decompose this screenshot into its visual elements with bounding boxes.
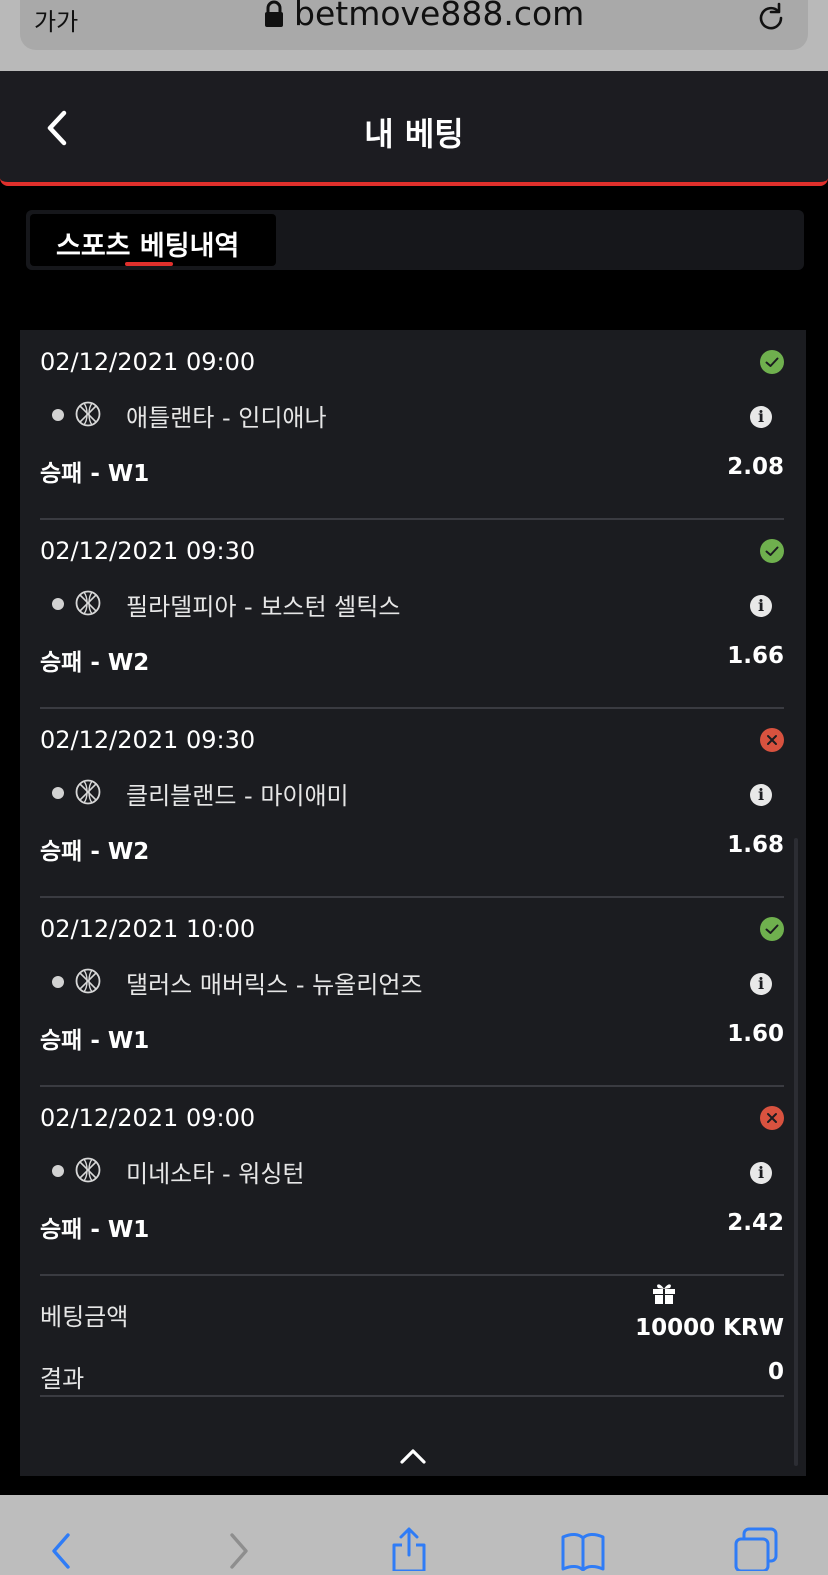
tab-sports-bet-history[interactable]: 스포츠 베팅내역 — [30, 214, 276, 266]
tab-active-indicator — [125, 262, 173, 266]
bet-market: 승패 - W2 — [40, 650, 150, 676]
match-teams[interactable]: 클리블랜드 - 마이애미 — [126, 776, 349, 811]
scrollbar[interactable] — [794, 838, 798, 1466]
result-label: 결과 — [40, 1365, 85, 1393]
url-display[interactable]: betmove888.com — [264, 0, 584, 33]
bet-odds: 2.08 — [727, 454, 784, 480]
chevron-up-icon[interactable] — [400, 1448, 426, 1464]
win-check-icon — [760, 350, 784, 374]
bullet-dot — [52, 1165, 64, 1177]
text-size-button[interactable]: 가가 — [34, 2, 78, 37]
tab-bar: 스포츠 베팅내역 — [26, 210, 804, 270]
lock-icon — [265, 0, 283, 27]
loss-x-icon — [760, 728, 784, 752]
browser-forward-icon[interactable] — [214, 1525, 260, 1571]
bet-datetime: 02/12/2021 09:00 — [40, 1104, 256, 1132]
bet-odds: 1.66 — [727, 643, 784, 669]
bet-market: 승패 - W1 — [40, 1028, 150, 1054]
match-teams[interactable]: 댈러스 매버릭스 - 뉴올리언즈 — [126, 965, 423, 1000]
bet-market: 승패 - W2 — [40, 839, 150, 865]
bet-datetime: 02/12/2021 09:00 — [40, 348, 256, 376]
bet-odds: 1.68 — [727, 832, 784, 858]
info-icon[interactable]: i — [750, 595, 772, 617]
bet-row[interactable]: 02/12/2021 09:00 애틀랜타 - 인디애나 i 승패 - W1 2.08 — [40, 330, 784, 520]
browser-toolbar — [0, 1495, 828, 1575]
browser-address-bar: 가가 betmove888.com — [0, 0, 828, 71]
match-teams[interactable]: 필라델피아 - 보스턴 셀틱스 — [126, 587, 400, 622]
info-icon[interactable]: i — [750, 784, 772, 806]
basketball-icon — [75, 401, 101, 427]
loss-x-icon — [760, 1106, 784, 1130]
gift-icon — [653, 1284, 675, 1304]
bet-datetime: 02/12/2021 10:00 — [40, 915, 256, 943]
stake-label: 베팅금액 — [40, 1303, 129, 1331]
bet-row[interactable]: 02/12/2021 09:00 미네소타 - 워싱턴 i 승패 - W1 2.42 — [40, 1086, 784, 1276]
match-teams[interactable]: 미네소타 - 워싱턴 — [126, 1154, 304, 1189]
bet-market: 승패 - W1 — [40, 1217, 150, 1243]
bullet-dot — [52, 598, 64, 610]
info-icon[interactable]: i — [750, 1162, 772, 1184]
tabs-icon[interactable] — [734, 1525, 780, 1571]
app-header: 내 베팅 — [0, 71, 828, 186]
result-value: 0 — [767, 1359, 784, 1385]
match-teams[interactable]: 애틀랜타 - 인디애나 — [126, 398, 327, 433]
tab-label: 스포츠 베팅내역 — [56, 231, 240, 262]
bet-row[interactable]: 02/12/2021 09:30 필라델피아 - 보스턴 셀틱스 i 승패 - W2 1… — [40, 519, 784, 709]
bet-summary: 베팅금액 10000 KRW 결과 0 — [40, 1275, 784, 1397]
bet-odds: 1.60 — [727, 1021, 784, 1047]
bet-row[interactable]: 02/12/2021 09:30 클리블랜드 - 마이애미 i 승패 - W2 1.68 — [40, 708, 784, 898]
bet-datetime: 02/12/2021 09:30 — [40, 726, 256, 754]
bullet-dot — [52, 787, 64, 799]
url-text: betmove888.com — [294, 0, 585, 33]
browser-back-icon[interactable] — [40, 1525, 86, 1571]
info-icon[interactable]: i — [750, 973, 772, 995]
share-icon[interactable] — [386, 1525, 432, 1571]
basketball-icon — [75, 968, 101, 994]
win-check-icon — [760, 539, 784, 563]
bullet-dot — [52, 976, 64, 988]
bet-row[interactable]: 02/12/2021 10:00 댈러스 매버릭스 - 뉴올리언즈 i 승패 - W1… — [40, 897, 784, 1087]
reload-icon[interactable] — [756, 2, 786, 34]
bookmarks-icon[interactable] — [560, 1525, 606, 1571]
basketball-icon — [75, 779, 101, 805]
bet-datetime: 02/12/2021 09:30 — [40, 537, 256, 565]
info-icon[interactable]: i — [750, 406, 772, 428]
basketball-icon — [75, 590, 101, 616]
stake-value: 10000 KRW — [635, 1315, 784, 1341]
page-title: 내 베팅 — [364, 115, 464, 153]
bet-odds: 2.42 — [727, 1210, 784, 1236]
bullet-dot — [52, 409, 64, 421]
basketball-icon — [75, 1157, 101, 1183]
bet-market: 승패 - W1 — [40, 461, 150, 487]
win-check-icon — [760, 917, 784, 941]
bet-slip-panel: 02/12/2021 09:00 애틀랜타 - 인디애나 i 승패 - W1 2.08 0… — [20, 330, 806, 1476]
